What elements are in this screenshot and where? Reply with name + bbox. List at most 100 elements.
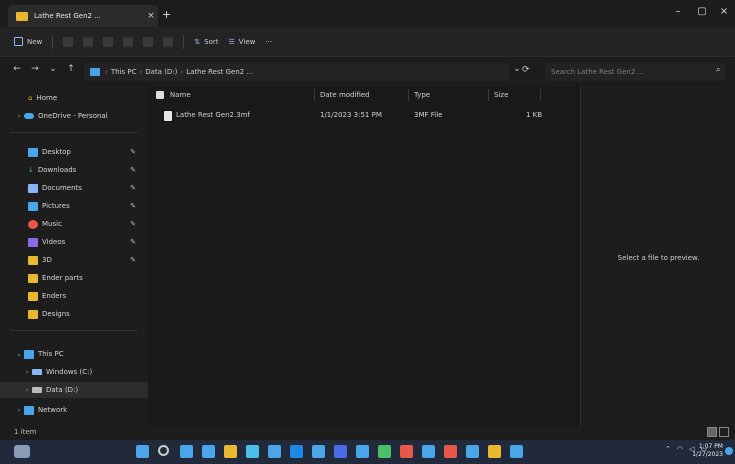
sidebar-item-downloads[interactable]: ↓ Downloads ✎: [0, 162, 148, 178]
back-arrow-icon[interactable]: ←: [10, 64, 24, 74]
sidebar-item-network[interactable]: › Network: [0, 402, 148, 418]
pin-icon[interactable]: ✎: [130, 238, 136, 246]
tiles-view-icon[interactable]: [719, 427, 729, 437]
pin-icon[interactable]: ✎: [130, 256, 136, 264]
sidebar-item-ender-parts[interactable]: Ender parts: [0, 270, 148, 286]
sidebar-item-designs[interactable]: Designs: [0, 306, 148, 322]
breadcrumb-data-drive[interactable]: Data (D:): [145, 68, 177, 76]
taskbar-app-icon[interactable]: [334, 445, 347, 458]
column-separator[interactable]: [408, 89, 409, 101]
forward-arrow-icon[interactable]: →: [28, 64, 42, 74]
chevron-up-icon[interactable]: ⌃: [665, 445, 671, 453]
pin-icon[interactable]: ✎: [130, 148, 136, 156]
search-input[interactable]: Search Lathe Rest Gen2 ...: [545, 63, 725, 81]
sidebar-item-label: This PC: [38, 350, 64, 358]
pin-icon[interactable]: ✎: [130, 184, 136, 192]
sidebar-item-label: Ender parts: [42, 274, 83, 282]
wifi-icon[interactable]: ◠: [677, 445, 683, 453]
column-separator[interactable]: [488, 89, 489, 101]
column-header-date-modified[interactable]: Date modified: [320, 91, 370, 99]
pin-icon[interactable]: ✎: [130, 220, 136, 228]
breadcrumb[interactable]: › This PC › Data (D:) › Lathe Rest Gen2 …: [84, 63, 509, 81]
pin-icon[interactable]: ✎: [130, 166, 136, 174]
delete-icon[interactable]: [163, 36, 174, 47]
collapse-chevron-icon[interactable]: ⌄: [14, 351, 24, 358]
taskbar-app-icon[interactable]: [180, 445, 193, 458]
start-icon[interactable]: [136, 445, 149, 458]
view-button[interactable]: ☰ View: [229, 38, 256, 46]
breadcrumb-current-folder[interactable]: Lathe Rest Gen2 ...: [186, 68, 253, 76]
clock[interactable]: 1:07 PM 1/27/2023: [692, 443, 723, 459]
sidebar-item-enders[interactable]: Enders: [0, 288, 148, 304]
details-view-icon[interactable]: [707, 427, 717, 437]
minimize-button[interactable]: –: [668, 6, 688, 17]
taskbar: ⌃ ◠ ◁ ▭ 1:07 PM 1/27/2023: [0, 440, 735, 464]
up-arrow-icon[interactable]: ↑: [64, 64, 78, 74]
tab-current-folder[interactable]: Lathe Rest Gen2 ... ×: [8, 5, 158, 27]
more-button[interactable]: ···: [265, 38, 272, 46]
cut-icon[interactable]: [63, 36, 74, 47]
close-window-button[interactable]: ×: [714, 6, 734, 17]
column-header-type[interactable]: Type: [414, 91, 430, 99]
taskbar-app-icon[interactable]: [224, 445, 237, 458]
taskbar-app-icon[interactable]: [510, 445, 523, 458]
sidebar-item-onedrive[interactable]: › OneDrive - Personal: [0, 108, 148, 124]
new-button[interactable]: New: [14, 37, 42, 46]
new-tab-button[interactable]: +: [162, 8, 171, 21]
tab-title: Lathe Rest Gen2 ...: [34, 12, 101, 20]
sidebar-item-this-pc[interactable]: ⌄ This PC: [0, 346, 148, 362]
taskbar-app-icon[interactable]: [378, 445, 391, 458]
sidebar-item-pictures[interactable]: Pictures ✎: [0, 198, 148, 214]
table-row[interactable]: Lathe Rest Gen2.3mf 1/1/2023 3:51 PM 3MF…: [156, 108, 576, 124]
taskbar-app-icon[interactable]: [290, 445, 303, 458]
sidebar-item-music[interactable]: Music ✎: [0, 216, 148, 232]
expand-chevron-icon[interactable]: ›: [22, 387, 32, 394]
recent-chevron-icon[interactable]: ⌄: [46, 64, 60, 74]
taskbar-app-icon[interactable]: [444, 445, 457, 458]
search-icon[interactable]: ⌕: [716, 65, 720, 75]
title-bar: Lathe Rest Gen2 ... × + – ▢ ×: [0, 0, 735, 27]
expand-chevron-icon[interactable]: ›: [14, 407, 24, 414]
taskbar-app-icon[interactable]: [466, 445, 479, 458]
column-separator[interactable]: [314, 89, 315, 101]
taskbar-app-icon[interactable]: [268, 445, 281, 458]
paste-icon[interactable]: [103, 36, 114, 47]
taskbar-app-icon[interactable]: [488, 445, 501, 458]
refresh-icon[interactable]: ⟳: [522, 65, 530, 75]
share-icon[interactable]: [143, 36, 154, 47]
taskbar-app-icon[interactable]: [422, 445, 435, 458]
taskbar-app-icon[interactable]: [202, 445, 215, 458]
sidebar-item-windows-drive[interactable]: › Windows (C:): [0, 364, 148, 380]
breadcrumb-this-pc[interactable]: This PC: [111, 68, 137, 76]
search-icon[interactable]: [158, 445, 169, 456]
sidebar-item-3d[interactable]: 3D ✎: [0, 252, 148, 268]
select-all-checkbox[interactable]: [156, 91, 164, 99]
column-header-name[interactable]: Name: [170, 91, 191, 99]
separator: [183, 34, 185, 49]
sidebar-item-home[interactable]: ⌂ Home: [0, 90, 148, 106]
taskbar-app-icon[interactable]: [356, 445, 369, 458]
tab-close-icon[interactable]: ×: [144, 11, 158, 21]
column-header-size[interactable]: Size: [494, 91, 508, 99]
sidebar-item-desktop[interactable]: Desktop ✎: [0, 144, 148, 160]
taskbar-app-icon[interactable]: [246, 445, 259, 458]
sidebar-item-videos[interactable]: Videos ✎: [0, 234, 148, 250]
notification-icon[interactable]: [725, 447, 733, 455]
taskbar-app-icon[interactable]: [400, 445, 413, 458]
sidebar-item-data-drive[interactable]: › Data (D:): [0, 382, 148, 398]
clock-time: 1:07 PM: [698, 443, 723, 450]
copy-icon[interactable]: [83, 36, 94, 47]
pictures-icon: [28, 201, 38, 211]
sidebar-item-documents[interactable]: Documents ✎: [0, 180, 148, 196]
expand-chevron-icon[interactable]: ›: [22, 369, 32, 376]
widgets-icon[interactable]: [14, 445, 30, 458]
sort-icon: ⇅: [194, 37, 201, 46]
pin-icon[interactable]: ✎: [130, 202, 136, 210]
maximize-button[interactable]: ▢: [692, 6, 712, 17]
column-separator[interactable]: [540, 89, 541, 101]
expand-chevron-icon[interactable]: ›: [14, 113, 24, 120]
sort-button[interactable]: ⇅ Sort: [194, 38, 218, 46]
taskbar-app-icon[interactable]: [312, 445, 325, 458]
rename-icon[interactable]: [123, 36, 134, 47]
sidebar-item-label: 3D: [42, 256, 52, 264]
